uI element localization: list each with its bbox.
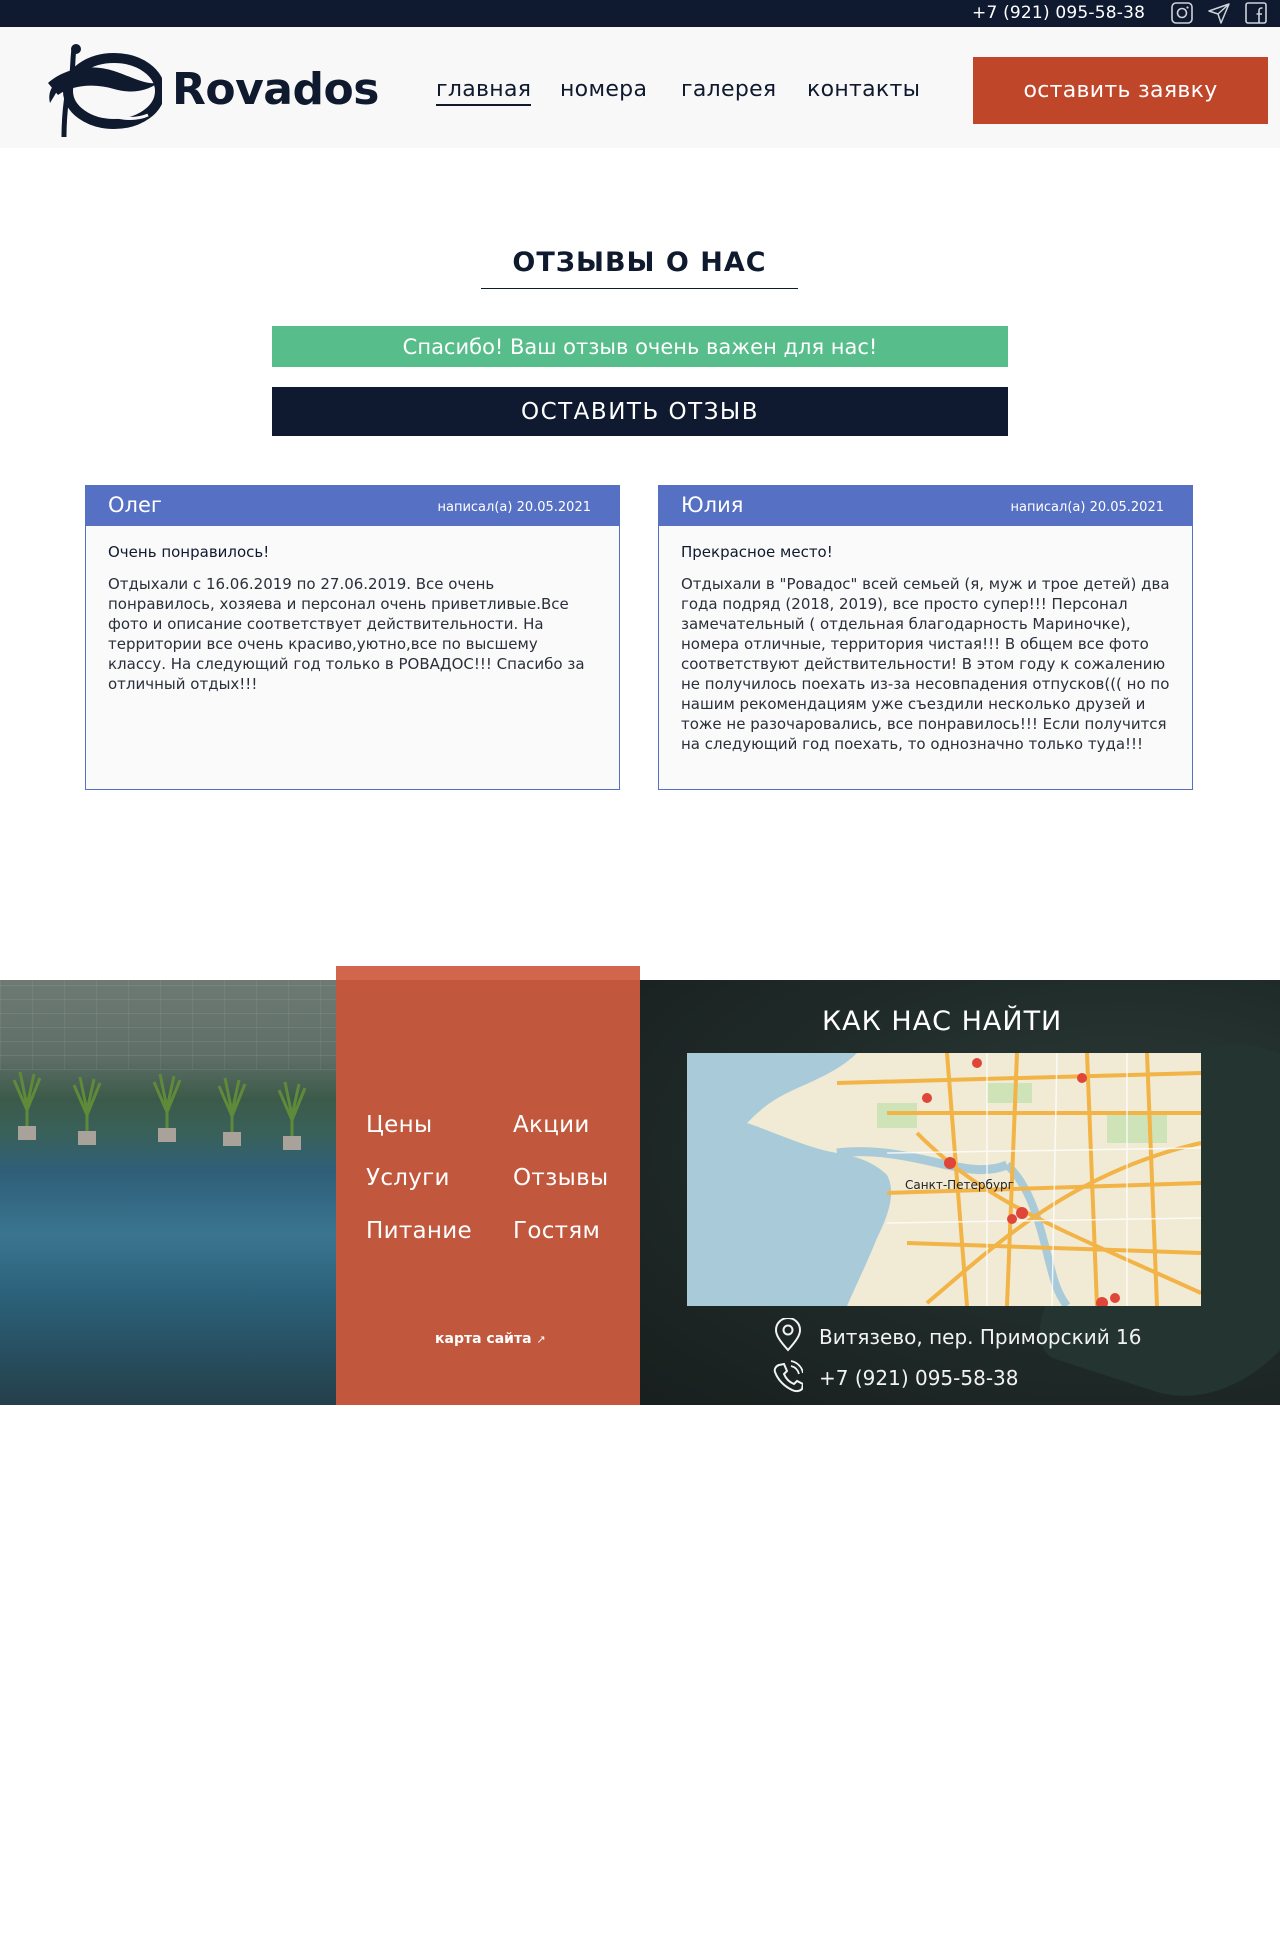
location-map[interactable]: Санкт-Петербург	[687, 1053, 1201, 1306]
plant-decor	[72, 1076, 102, 1145]
footer-link-prices[interactable]: Цены	[366, 1112, 432, 1138]
dolphin-logo-icon[interactable]	[44, 41, 165, 141]
review-card: Юлия написал(а) 20.05.2021 Прекрасное ме…	[658, 485, 1193, 790]
footer-link-promos[interactable]: Акции	[513, 1112, 590, 1138]
review-subject: Прекрасное место!	[681, 543, 833, 561]
plant-decor	[277, 1081, 307, 1150]
footer-link-services[interactable]: Услуги	[366, 1165, 450, 1191]
review-header: Олег написал(а) 20.05.2021	[86, 486, 619, 526]
review-author: Олег	[108, 493, 162, 517]
footer-link-reviews[interactable]: Отзывы	[513, 1165, 608, 1191]
review-author: Юлия	[681, 493, 744, 517]
leave-review-button[interactable]: ОСТАВИТЬ ОТЗЫВ	[272, 387, 1008, 436]
map-city-label: Санкт-Петербург	[905, 1178, 1014, 1192]
footer-address: Витязево, пер. Приморский 16	[819, 1325, 1142, 1349]
nav-home[interactable]: главная	[436, 77, 532, 106]
brick-wall-texture	[0, 980, 336, 1070]
review-date: написал(а) 20.05.2021	[1010, 500, 1164, 515]
review-text: Отдыхали в "Ровадос" всей семьей (я, муж…	[681, 575, 1170, 753]
footer-link-food[interactable]: Питание	[366, 1218, 472, 1244]
top-bar: +7 (921) 095-58-38	[0, 0, 1280, 27]
footer-link-guests[interactable]: Гостям	[513, 1218, 600, 1244]
plant-decor	[217, 1077, 247, 1146]
plant-decor	[152, 1073, 182, 1142]
brand-name[interactable]: Rovados	[172, 64, 379, 115]
success-message: Спасибо! Ваш отзыв очень важен для нас!	[272, 326, 1008, 367]
plant-decor	[12, 1071, 42, 1140]
telegram-icon[interactable]	[1207, 1, 1231, 25]
nav-rooms[interactable]: номера	[560, 77, 647, 102]
request-button[interactable]: оставить заявку	[973, 57, 1268, 124]
topbar-phone-link[interactable]: +7 (921) 095-58-38	[972, 3, 1145, 23]
phone-icon	[773, 1360, 803, 1393]
review-card: Олег написал(а) 20.05.2021 Очень понрави…	[85, 485, 620, 790]
review-text: Отдыхали с 16.06.2019 по 27.06.2019. Все…	[108, 575, 585, 693]
sitemap-label: карта сайта	[435, 1331, 532, 1347]
instagram-icon[interactable]	[1170, 1, 1194, 25]
page-title: ОТЗЫВЫ О НАС	[481, 247, 798, 289]
nav-contacts[interactable]: контакты	[807, 77, 920, 102]
nav-gallery[interactable]: галерея	[681, 77, 776, 102]
external-link-icon: ↗	[536, 1333, 546, 1346]
sitemap-link[interactable]: карта сайта ↗	[435, 1331, 546, 1347]
review-date: написал(а) 20.05.2021	[437, 500, 591, 515]
facebook-icon[interactable]	[1244, 1, 1268, 25]
review-header: Юлия написал(а) 20.05.2021	[659, 486, 1192, 526]
find-us-title: КАК НАС НАЙТИ	[822, 1006, 1063, 1037]
review-subject: Очень понравилось!	[108, 543, 270, 561]
location-pin-icon	[774, 1318, 802, 1352]
site-header: Rovados главная номера галерея контакты …	[0, 27, 1280, 148]
footer-phone-link[interactable]: +7 (921) 095-58-38	[819, 1366, 1018, 1390]
